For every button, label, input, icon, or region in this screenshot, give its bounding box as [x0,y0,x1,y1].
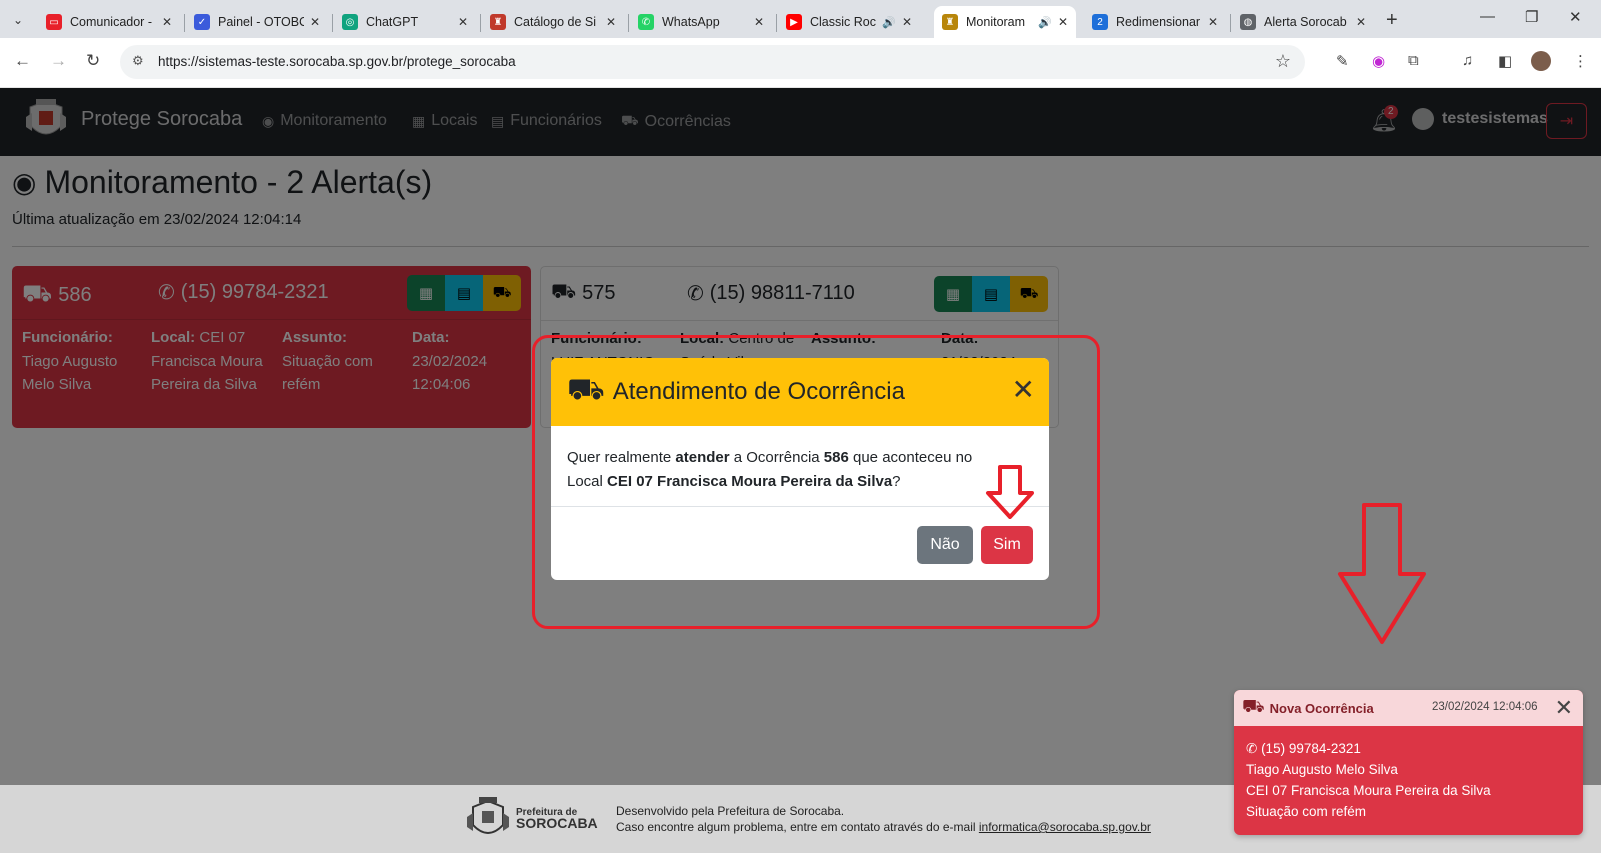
speaker-icon[interactable]: 🔊 [882,16,896,29]
tab-title: WhatsApp [662,15,720,29]
profile-avatar[interactable] [1531,51,1551,71]
redimensionar-favicon-icon: 2 [1092,14,1108,30]
toast-phone-text: (15) 99784-2321 [1261,741,1361,756]
tab-alerta-sorocaba[interactable]: ◍ Alerta Sorocab ✕ [1232,6,1374,38]
close-icon[interactable]: ✕ [1555,695,1573,721]
close-tab-icon[interactable]: ✕ [606,15,616,29]
browser-tab-strip: ⌄ ▭ Comunicador - ✕ ✓ Painel - OTOBC ✕ ◎… [0,0,1601,38]
close-tab-icon[interactable]: ✕ [902,15,912,29]
close-tab-icon[interactable]: ✕ [458,15,468,29]
tab-title: ChatGPT [366,15,419,29]
youtube-favicon-icon: ▶ [786,14,802,30]
toast-time: 23/02/2024 12:04:06 [1432,701,1538,713]
window-close-icon[interactable]: ✕ [1569,8,1582,26]
address-bar[interactable]: ⚙ https://sistemas-teste.sorocaba.sp.gov… [120,45,1305,79]
close-tab-icon[interactable]: ✕ [1356,15,1366,29]
footer-line1: Desenvolvido pela Prefeitura de Sorocaba… [616,804,845,818]
footer-text: Desenvolvido pela Prefeitura de Sorocaba… [616,803,1151,835]
painel-favicon-icon: ✓ [194,14,210,30]
media-control-icon[interactable]: ♫ [1462,52,1473,69]
reload-icon[interactable]: ↻ [86,51,100,71]
tab-chatgpt[interactable]: ◎ ChatGPT ✕ [334,6,476,38]
tab-classic-rock[interactable]: ▶ Classic Roc 🔊 ✕ [778,6,920,38]
new-occurrence-toast[interactable]: ⛟ Nova Ocorrência 23/02/2024 12:04:06 ✕ … [1234,690,1583,835]
new-tab-button[interactable]: + [1386,9,1398,32]
tab-comunicador[interactable]: ▭ Comunicador - ✕ [38,6,180,38]
close-tab-icon[interactable]: ✕ [1058,15,1068,29]
whatsapp-favicon-icon: ✆ [638,14,654,30]
tab-search-button[interactable]: ⌄ [6,8,30,32]
color-extension-icon[interactable]: ◉ [1372,52,1385,70]
prefeitura-seal-icon [467,797,509,834]
tab-title: Catálogo de Si [514,15,597,29]
footer-line2-text: Caso encontre algum problema, entre em c… [616,820,979,834]
toast-body: ✆ (15) 99784-2321 Tiago Augusto Melo Sil… [1246,738,1491,822]
puzzle-extensions-icon[interactable]: ⧉ [1408,52,1419,69]
close-tab-icon[interactable]: ✕ [310,15,320,29]
tab-title: Classic Roc [810,15,876,29]
tab-painel[interactable]: ✓ Painel - OTOBC ✕ [186,6,328,38]
site-info-icon[interactable]: ⚙ [132,53,144,69]
speaker-icon[interactable]: 🔊 [1038,16,1052,29]
globe-favicon-icon: ◍ [1240,14,1256,30]
close-tab-icon[interactable]: ✕ [754,15,764,29]
browser-toolbar: ← → ↻ ⚙ https://sistemas-teste.sorocaba.… [0,38,1601,88]
monitoramento-favicon-icon: ♜ [942,14,958,30]
footer-line2: Caso encontre algum problema, entre em c… [616,819,1151,835]
toast-assunto: Situação com refém [1246,804,1367,819]
pref-line2: SOROCABA [516,815,598,831]
forward-arrow-icon[interactable]: → [50,51,67,71]
toast-funcionario: Tiago Augusto Melo Silva [1246,762,1398,777]
tab-title: Alerta Sorocab [1264,15,1347,29]
catalogo-favicon-icon: ♜ [490,14,506,30]
chatgpt-favicon-icon: ◎ [342,14,358,30]
pen-extension-icon[interactable]: ✎ [1336,52,1349,70]
url-text[interactable]: https://sistemas-teste.sorocaba.sp.gov.b… [158,54,516,69]
tab-title: Monitoram [966,15,1026,29]
annotation-arrow-small-icon [986,465,1034,519]
bookmark-star-icon[interactable]: ☆ [1275,51,1291,72]
tab-title: Painel - OTOBC [218,15,304,29]
browser-menu-icon[interactable]: ⋮ [1573,52,1588,70]
close-tab-icon[interactable]: ✕ [162,15,172,29]
restore-icon[interactable]: ❐ [1525,8,1538,26]
annotation-arrow-large-icon [1338,503,1426,644]
prefeitura-logo-text: Prefeitura de SOROCABA [516,807,598,831]
tab-catalogo[interactable]: ♜ Catálogo de Si ✕ [482,6,624,38]
tab-title: Comunicador - [70,15,152,29]
toast-title: Nova Ocorrência [1269,700,1374,716]
close-tab-icon[interactable]: ✕ [1208,15,1218,29]
tab-whatsapp[interactable]: ✆ WhatsApp ✕ [630,6,772,38]
side-panel-icon[interactable]: ◧ [1498,52,1512,70]
toast-local: CEI 07 Francisca Moura Pereira da Silva [1246,783,1491,798]
minimize-icon[interactable]: — [1480,8,1495,25]
tab-title: Redimensionar [1116,15,1201,29]
phone-icon: ✆ [1246,741,1262,756]
siren-car-icon: ⛟ [1242,696,1265,716]
back-arrow-icon[interactable]: ← [14,51,31,71]
tab-monitoramento[interactable]: ♜ Monitoram 🔊 ✕ [934,6,1076,38]
comunicador-favicon-icon: ▭ [46,14,62,30]
toast-phone: ✆ (15) 99784-2321 [1246,738,1491,759]
tab-redimensionar[interactable]: 2 Redimensionar ✕ [1084,6,1226,38]
support-email-link[interactable]: informatica@sorocaba.sp.gov.br [979,820,1151,834]
